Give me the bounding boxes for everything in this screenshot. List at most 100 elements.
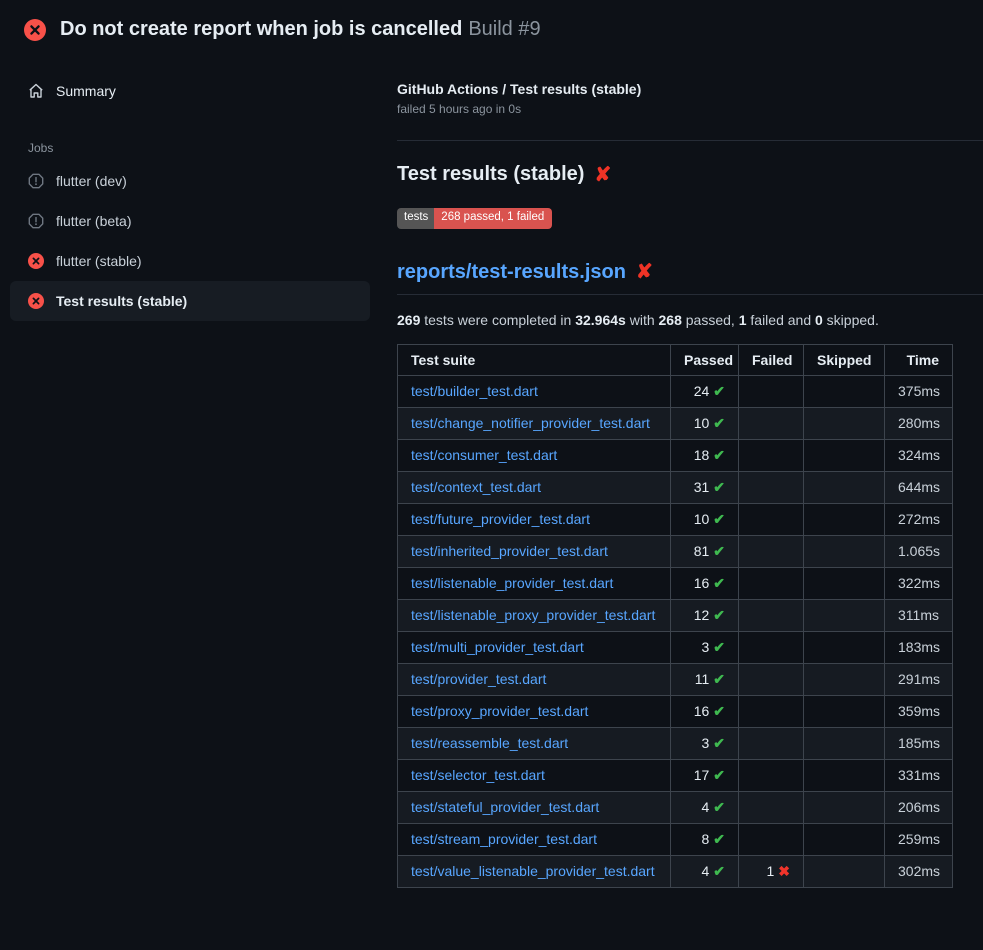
sidebar-item-test-results-stable[interactable]: Test results (stable) xyxy=(10,281,370,321)
sidebar-item-summary[interactable]: Summary xyxy=(18,77,370,105)
check-icon: ✔ xyxy=(713,703,725,719)
failed-cell xyxy=(739,663,804,695)
time-cell: 1.065s xyxy=(885,535,953,567)
passed-cell-count: 18 xyxy=(694,447,710,463)
failed-cell xyxy=(739,759,804,791)
suite-link[interactable]: test/provider_test.dart xyxy=(411,671,546,687)
time-cell: 322ms xyxy=(885,567,953,599)
passed-cell: 17✔ xyxy=(671,759,739,791)
time-cell: 324ms xyxy=(885,439,953,471)
check-icon: ✔ xyxy=(713,479,725,495)
column-header-passed: Passed xyxy=(671,344,739,375)
suite-cell: test/listenable_provider_test.dart xyxy=(398,567,671,599)
job-label: Test results (stable) xyxy=(56,293,187,309)
suite-cell: test/context_test.dart xyxy=(398,471,671,503)
suite-cell: test/stateful_provider_test.dart xyxy=(398,791,671,823)
suite-link[interactable]: test/multi_provider_test.dart xyxy=(411,639,584,655)
suite-link[interactable]: test/consumer_test.dart xyxy=(411,447,557,463)
badge-label: tests xyxy=(397,208,434,229)
x-circle-icon xyxy=(28,293,44,309)
failed-cell xyxy=(739,791,804,823)
time-cell: 206ms xyxy=(885,791,953,823)
suite-cell: test/reassemble_test.dart xyxy=(398,727,671,759)
suite-link[interactable]: test/proxy_provider_test.dart xyxy=(411,703,588,719)
failed-cell-count: 1 xyxy=(766,863,774,879)
time-cell: 359ms xyxy=(885,695,953,727)
skipped-cell xyxy=(804,791,885,823)
passed-cell-count: 81 xyxy=(694,543,710,559)
report-file-link[interactable]: reports/test-results.json xyxy=(397,261,626,284)
section-heading: Test results (stable) ✘ xyxy=(397,163,983,186)
passed-cell: 81✔ xyxy=(671,535,739,567)
check-icon: ✔ xyxy=(713,607,725,623)
suite-cell: test/value_listenable_provider_test.dart xyxy=(398,855,671,887)
table-row: test/consumer_test.dart18✔324ms xyxy=(398,439,953,471)
suite-link[interactable]: test/stream_provider_test.dart xyxy=(411,831,597,847)
skipped-cell xyxy=(804,471,885,503)
passed-cell-count: 12 xyxy=(694,607,710,623)
failed-cell xyxy=(739,407,804,439)
suite-link[interactable]: test/change_notifier_provider_test.dart xyxy=(411,415,650,431)
cancelled-octagon-icon xyxy=(28,213,44,229)
check-icon: ✔ xyxy=(713,543,725,559)
skipped-cell xyxy=(804,599,885,631)
time-cell: 302ms xyxy=(885,855,953,887)
passed-cell-count: 8 xyxy=(701,831,709,847)
failed-cell xyxy=(739,471,804,503)
passed-cell: 31✔ xyxy=(671,471,739,503)
time-cell: 183ms xyxy=(885,631,953,663)
check-icon: ✔ xyxy=(713,671,725,687)
suite-cell: test/inherited_provider_test.dart xyxy=(398,535,671,567)
passed-cell: 11✔ xyxy=(671,663,739,695)
cross-mark-icon: ✘ xyxy=(594,165,611,185)
skipped-cell xyxy=(804,759,885,791)
passed-cell-count: 4 xyxy=(701,799,709,815)
check-icon: ✔ xyxy=(713,767,725,783)
column-header-failed: Failed xyxy=(739,344,804,375)
check-icon: ✔ xyxy=(713,863,725,879)
sidebar-item-flutter-beta[interactable]: flutter (beta) xyxy=(10,201,370,241)
cross-icon: ✖ xyxy=(778,863,790,879)
suite-link[interactable]: test/inherited_provider_test.dart xyxy=(411,543,608,559)
suite-link[interactable]: test/context_test.dart xyxy=(411,479,541,495)
check-run-header: Do not create report when job is cancell… xyxy=(0,0,983,55)
passed-cell-count: 11 xyxy=(695,671,710,687)
skipped-cell xyxy=(804,567,885,599)
suite-cell: test/provider_test.dart xyxy=(398,663,671,695)
suite-link[interactable]: test/stateful_provider_test.dart xyxy=(411,799,599,815)
failed-cell xyxy=(739,599,804,631)
suite-link[interactable]: test/listenable_proxy_provider_test.dart xyxy=(411,607,655,623)
run-meta-text: failed 5 hours ago in 0s xyxy=(397,102,983,116)
table-row: test/inherited_provider_test.dart 81✔ 1.06… xyxy=(398,535,953,567)
check-icon: ✔ xyxy=(713,511,725,527)
table-row: test/provider_test.dart11✔291ms xyxy=(398,663,953,695)
time-cell: 185ms xyxy=(885,727,953,759)
check-icon: ✔ xyxy=(713,383,725,399)
skipped-cell xyxy=(804,375,885,407)
suite-link[interactable]: test/selector_test.dart xyxy=(411,767,545,783)
suite-cell: test/builder_test.dart xyxy=(398,375,671,407)
badge-value: 268 passed, 1 failed xyxy=(434,208,552,229)
suite-link[interactable]: test/builder_test.dart xyxy=(411,383,538,399)
divider xyxy=(397,140,983,141)
skipped-cell xyxy=(804,823,885,855)
sidebar-item-flutter-stable[interactable]: flutter (stable) xyxy=(10,241,370,281)
passed-cell: 12✔ xyxy=(671,599,739,631)
suite-cell: test/future_provider_test.dart xyxy=(398,503,671,535)
skipped-cell xyxy=(804,727,885,759)
suite-link[interactable]: test/value_listenable_provider_test.dart xyxy=(411,863,655,879)
sidebar-item-flutter-dev[interactable]: flutter (dev) xyxy=(10,161,370,201)
skipped-cell xyxy=(804,503,885,535)
passed-cell: 3✔ xyxy=(671,727,739,759)
skipped-cell xyxy=(804,855,885,887)
sidebar-summary-label: Summary xyxy=(56,83,116,99)
suite-link[interactable]: test/listenable_provider_test.dart xyxy=(411,575,613,591)
check-run-content: GitHub Actions / Test results (stable) f… xyxy=(380,55,983,888)
table-row: test/stateful_provider_test.dart4✔206ms xyxy=(398,791,953,823)
cancelled-octagon-icon xyxy=(28,173,44,189)
suite-link[interactable]: test/future_provider_test.dart xyxy=(411,511,590,527)
suite-link[interactable]: test/reassemble_test.dart xyxy=(411,735,568,751)
jobs-section-label: Jobs xyxy=(28,141,380,155)
table-row: test/listenable_provider_test.dart16✔322… xyxy=(398,567,953,599)
suite-cell: test/change_notifier_provider_test.dart xyxy=(398,407,671,439)
